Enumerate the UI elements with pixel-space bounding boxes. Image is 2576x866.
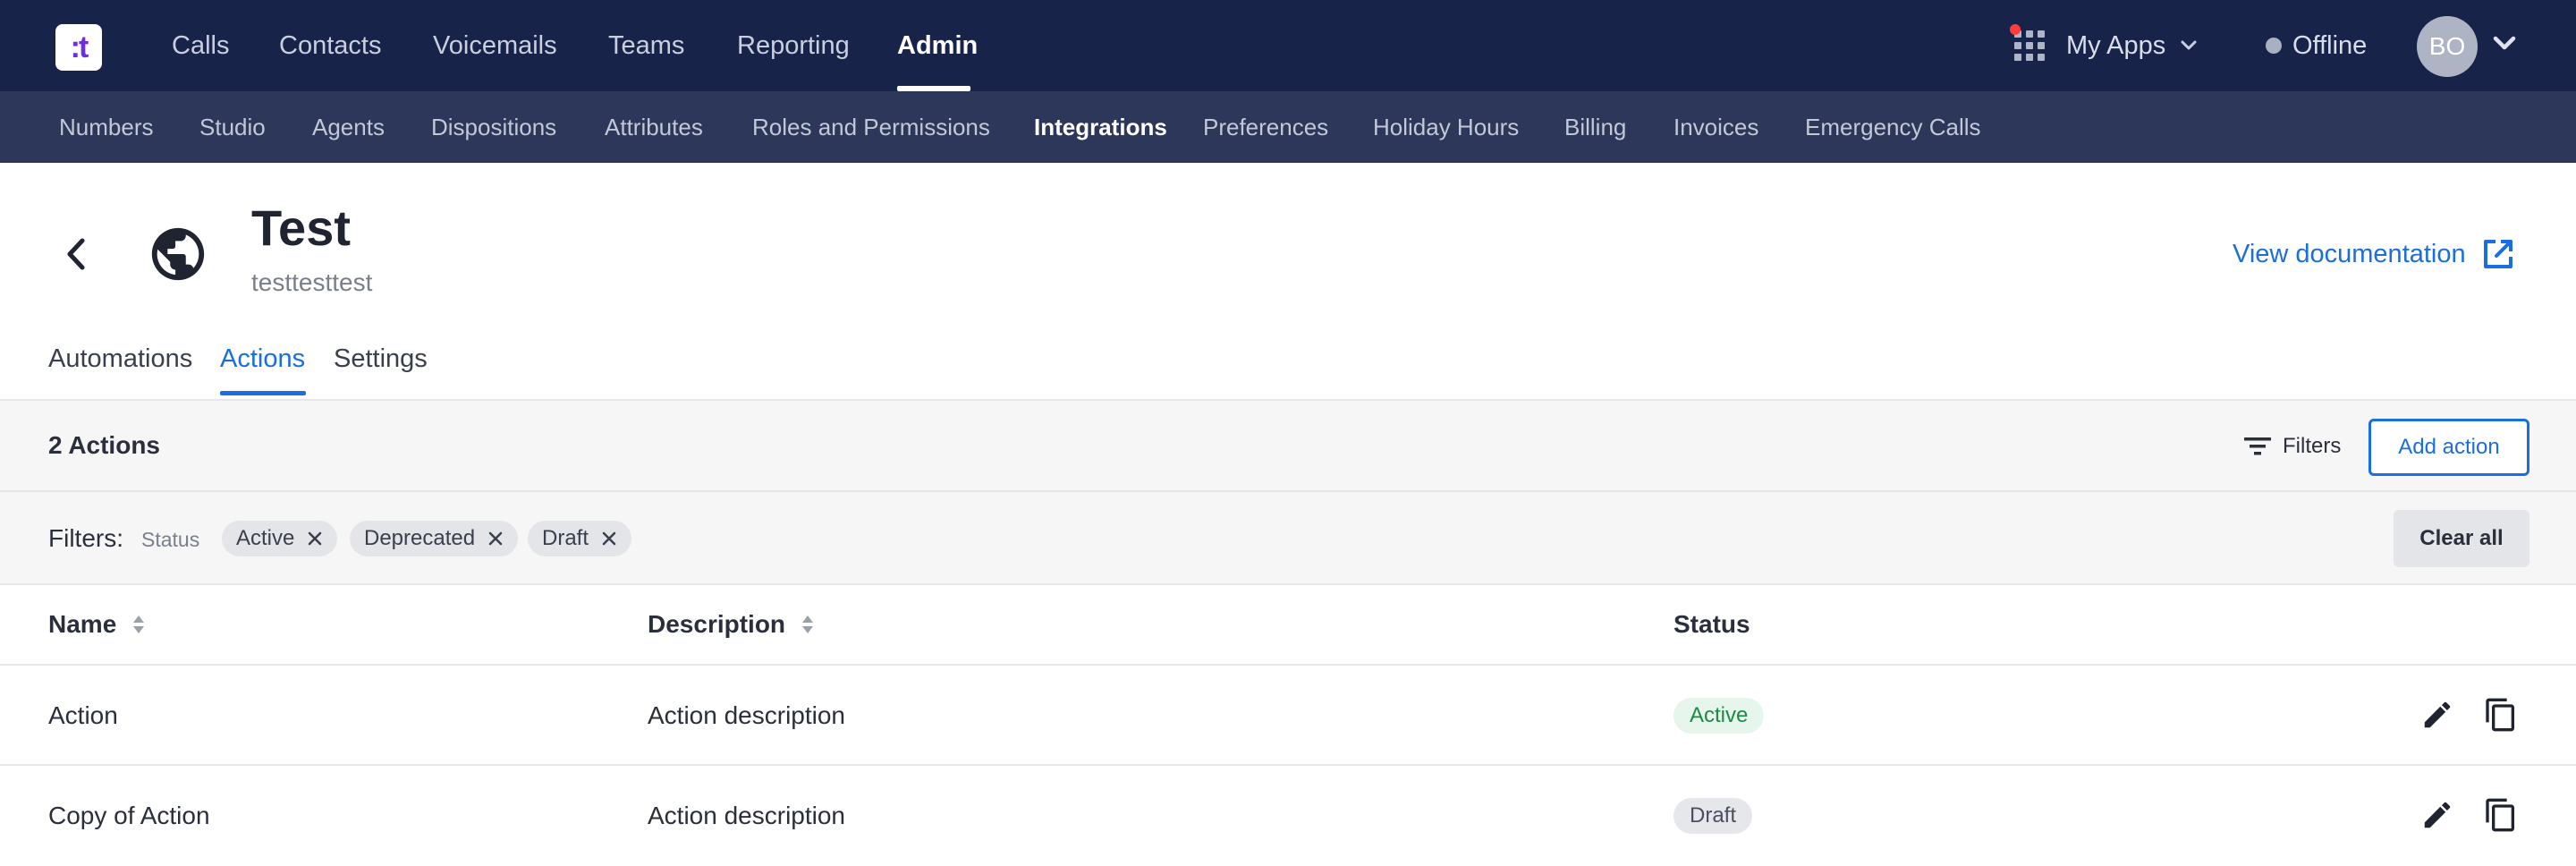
chevron-down-icon	[2181, 40, 2197, 50]
filter-chip-label: Draft	[542, 526, 589, 550]
avatar[interactable]: BO	[2417, 16, 2478, 77]
nav-item-admin[interactable]: Admin	[897, 0, 978, 91]
sort-icon[interactable]	[801, 615, 814, 634]
clear-all-button[interactable]: Clear all	[2394, 510, 2529, 567]
pencil-icon[interactable]	[2420, 698, 2454, 732]
filter-key-status: Status	[141, 528, 200, 551]
logo-icon[interactable]: :t	[55, 24, 102, 71]
admin-sub-navigation: Numbers Studio Agents Dispositions Attri…	[0, 91, 2576, 163]
subnav-item-numbers[interactable]: Numbers	[59, 91, 153, 163]
my-apps-label: My Apps	[2066, 30, 2166, 60]
tab-actions[interactable]: Actions	[220, 344, 305, 374]
row-description: Action description	[648, 802, 846, 829]
subnav-item-holiday-hours[interactable]: Holiday Hours	[1373, 91, 1519, 163]
subnav-item-billing[interactable]: Billing	[1564, 91, 1626, 163]
status-badge: Draft	[1674, 798, 1753, 834]
subnav-item-preferences[interactable]: Preferences	[1203, 91, 1328, 163]
row-description: Action description	[648, 701, 846, 729]
subnav-item-integrations[interactable]: Integrations	[1034, 91, 1167, 163]
tab-automations[interactable]: Automations	[48, 344, 192, 374]
column-header-description: Description	[648, 610, 814, 639]
column-header-name: Name	[48, 610, 145, 639]
tab-active-indicator	[220, 391, 306, 395]
actions-toolbar: 2 Actions Filters Add action	[0, 401, 2576, 492]
add-action-button[interactable]: Add action	[2368, 419, 2529, 476]
close-icon[interactable]	[307, 531, 323, 547]
apps-grid-icon	[2010, 24, 2045, 61]
pencil-icon[interactable]	[2420, 798, 2454, 832]
notification-dot	[2010, 24, 2021, 35]
filter-chip-label: Active	[236, 526, 295, 550]
tab-settings[interactable]: Settings	[334, 344, 428, 374]
column-header-label: Name	[48, 610, 117, 638]
subnav-item-roles-and-permissions[interactable]: Roles and Permissions	[752, 91, 990, 163]
filter-chip-deprecated: Deprecated	[350, 521, 519, 556]
filter-chip-draft: Draft	[528, 521, 632, 556]
page-subtitle: testtesttest	[251, 268, 373, 296]
actions-count: 2 Actions	[48, 431, 160, 459]
column-header-label: Description	[648, 610, 786, 638]
copy-icon[interactable]	[2483, 797, 2519, 833]
close-icon[interactable]	[601, 531, 617, 547]
row-name: Action	[48, 701, 118, 729]
table-divider	[0, 664, 2576, 666]
my-apps-button[interactable]: My Apps	[2010, 0, 2198, 91]
filters-label: Filters	[2283, 434, 2342, 458]
subnav-item-invoices[interactable]: Invoices	[1674, 91, 1758, 163]
chevron-down-icon[interactable]	[2492, 34, 2517, 54]
column-header-status: Status	[1674, 610, 1750, 639]
column-header-label: Status	[1674, 610, 1750, 638]
filters-heading: Filters:	[48, 524, 123, 552]
nav-item-contacts[interactable]: Contacts	[279, 0, 381, 91]
status-dot	[2266, 38, 2282, 54]
page-title: Test	[251, 200, 351, 256]
subnav-item-studio[interactable]: Studio	[199, 91, 266, 163]
table-divider	[0, 764, 2576, 766]
top-navigation: :t Calls Contacts Voicemails Teams Repor…	[0, 0, 2576, 91]
close-icon[interactable]	[487, 531, 504, 547]
external-link-icon	[2483, 240, 2512, 268]
globe-icon	[151, 227, 205, 281]
subnav-item-dispositions[interactable]: Dispositions	[431, 91, 556, 163]
chevron-left-icon[interactable]	[63, 237, 89, 271]
filter-icon	[2244, 437, 2271, 455]
view-documentation-label: View documentation	[2233, 239, 2466, 268]
filter-chip-label: Deprecated	[364, 526, 476, 550]
subnav-item-attributes[interactable]: Attributes	[605, 91, 703, 163]
subnav-item-agents[interactable]: Agents	[312, 91, 385, 163]
copy-icon[interactable]	[2483, 697, 2519, 733]
nav-item-calls[interactable]: Calls	[172, 0, 229, 91]
view-documentation-link[interactable]: View documentation	[2233, 236, 2516, 272]
agent-status[interactable]: Offline	[2266, 0, 2367, 91]
row-name: Copy of Action	[48, 802, 210, 829]
nav-item-teams[interactable]: Teams	[608, 0, 684, 91]
filters-button[interactable]: Filters	[2243, 401, 2341, 492]
status-label: Offline	[2292, 30, 2368, 60]
sort-icon[interactable]	[132, 615, 145, 634]
active-filters-bar: Filters: Status Active Deprecated Draft …	[0, 492, 2576, 585]
subnav-item-emergency-calls[interactable]: Emergency Calls	[1805, 91, 1981, 163]
filter-chip-active: Active	[222, 521, 338, 556]
status-badge: Active	[1674, 698, 1765, 734]
nav-item-voicemails[interactable]: Voicemails	[433, 0, 557, 91]
nav-item-reporting[interactable]: Reporting	[737, 0, 850, 91]
